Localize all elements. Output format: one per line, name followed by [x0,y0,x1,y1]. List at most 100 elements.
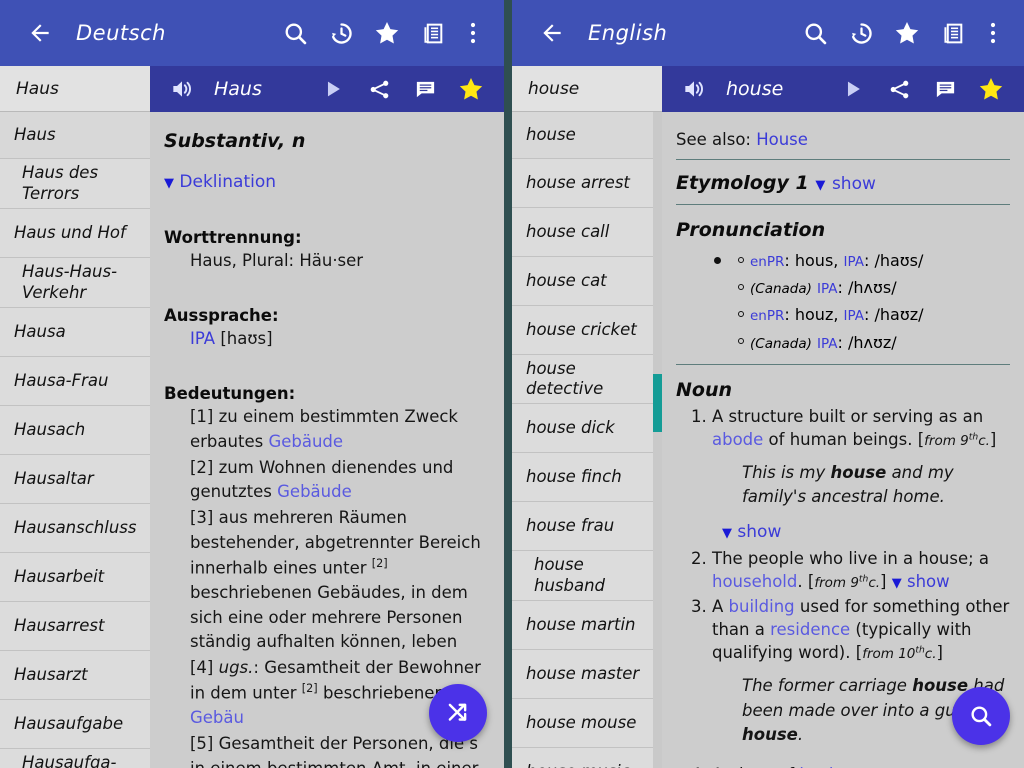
list-item-label: Haus-Haus-Verkehr [22,262,118,302]
list-item[interactable]: house finch [512,453,662,502]
ipa-link-1[interactable]: IPA [843,254,864,270]
see-also-link[interactable]: House [756,130,808,149]
more-options-button-german[interactable] [456,10,490,56]
list-item[interactable]: house [512,112,662,159]
list-item[interactable]: house frau [512,502,662,551]
back-button-english[interactable] [532,13,572,53]
article-german[interactable]: Substantiv, n ▼ Deklination Worttrennung… [150,112,504,768]
more-options-button-english[interactable] [976,10,1010,56]
history-button-german[interactable] [318,10,364,56]
definition-link-residence[interactable]: residence [770,620,850,639]
list-item[interactable]: Hausaufgabe [0,700,150,749]
definition-cite-1: from 9thc. [924,431,990,449]
list-item[interactable]: Hausaltar [0,455,150,504]
ipa-link-4[interactable]: IPA [817,336,838,352]
bookmarks-button-german[interactable] [364,10,410,56]
list-item[interactable]: Hausarrest [0,602,150,651]
shuffle-icon [448,703,467,721]
list-item[interactable]: house martin [512,601,662,650]
ipa-link-2[interactable]: IPA [817,281,838,297]
chevron-down-icon[interactable]: ▼ [815,178,825,193]
list-item[interactable]: Haus-Haus-Verkehr [0,258,150,308]
list-item[interactable]: Haus des Terrors [0,159,150,209]
pane-divider[interactable] [504,0,512,768]
meaning-number: [3] [190,508,214,527]
bullet-circle-icon [738,310,744,317]
speak-button-english[interactable] [674,76,714,102]
share-button-german[interactable] [356,67,402,111]
list-item[interactable]: house mouse [512,699,662,748]
history-icon [851,22,872,44]
list-item[interactable]: house cricket [512,306,662,355]
list-item[interactable]: Hausa-Frau [0,357,150,406]
comment-icon [416,81,434,97]
kebab-menu-icon [470,22,476,44]
ipa-link-german[interactable]: IPA [190,329,215,348]
search-button-english[interactable] [792,10,838,56]
definition-link-building[interactable]: building [729,597,795,616]
list-item[interactable]: house detective [512,355,662,404]
search-icon [285,23,306,44]
list-item[interactable]: Hausarzt [0,651,150,700]
list-item[interactable]: house call [512,208,662,257]
scrollbar-thumb-english-list[interactable] [653,374,662,432]
speak-button-german[interactable] [162,76,202,102]
aussprache-value: IPA [haʊs] [164,329,490,348]
list-item[interactable]: Hausarbeit [0,553,150,602]
list-item[interactable]: Haus und Hof [0,209,150,258]
article-english[interactable]: See also: House Etymology 1 ▼ show Pronu… [662,112,1024,768]
pronunciation-item-1: enPR: hous, IPA: /haʊs/ [676,247,1010,274]
favorite-button-german[interactable] [448,67,494,111]
star-filled-icon [459,78,483,100]
declension-toggle-german[interactable]: ▼ Deklination [164,172,490,192]
list-item-label: Hausanschluss [14,517,137,537]
ipa-value-german: [haʊs] [220,329,273,348]
play-button-german[interactable] [310,67,356,111]
ipa-link-3[interactable]: IPA [844,308,865,324]
library-button-english[interactable] [930,10,976,56]
ipa-value-4: /hʌʊz/ [847,332,897,352]
comment-button-english[interactable] [922,67,968,111]
meaning-link[interactable]: Gebäude [268,432,343,451]
list-item[interactable]: Haus [0,112,150,159]
favorite-button-english[interactable] [968,67,1014,111]
back-button-german[interactable] [20,13,60,53]
enpr-link-1[interactable]: enPR [750,254,784,270]
wordlist-german[interactable]: Haus Haus des Terrors Haus und Hof Haus-… [0,112,150,768]
list-item[interactable]: house arrest [512,159,662,208]
pronunciation-item-4: (Canada) IPA: /hʌʊz/ [676,329,1010,356]
list-item[interactable]: house cat [512,257,662,306]
search-button-german[interactable] [272,10,318,56]
library-button-german[interactable] [410,10,456,56]
enpr-link-3[interactable]: enPR [750,308,784,324]
list-item[interactable]: Hausaufga-benhilfe [0,749,150,768]
list-item-label: house arrest [526,172,630,192]
list-item[interactable]: house husband [512,551,662,601]
show-link-1[interactable]: show [737,522,781,542]
region-label-2: (Canada) [750,281,812,298]
definition-link-abode[interactable]: abode [712,430,763,449]
wordlist-english[interactable]: house house arrest house call house cat … [512,112,662,768]
list-item[interactable]: house master [512,650,662,699]
share-button-english[interactable] [876,67,922,111]
list-item[interactable]: Hausanschluss [0,504,150,553]
list-item-label: Haus und Hof [14,222,126,242]
bookmarks-button-english[interactable] [884,10,930,56]
meaning-link[interactable]: Gebäude [277,482,352,501]
show-link-2[interactable]: show [907,572,950,591]
list-item[interactable]: Hausa [0,308,150,357]
scrollbar-track-english-list[interactable] [653,112,662,768]
search-fab[interactable] [952,687,1010,745]
swap-languages-fab[interactable] [429,684,487,742]
show-toggle-1[interactable]: ▼ show [712,521,1010,545]
meaning-link[interactable]: Gebäu [190,708,244,727]
list-item[interactable]: house dick [512,404,662,453]
history-button-english[interactable] [838,10,884,56]
comment-button-german[interactable] [402,67,448,111]
etymology-show-link[interactable]: show [832,174,876,194]
play-button-english[interactable] [830,67,876,111]
definition-link-household[interactable]: household [712,572,797,591]
list-item[interactable]: house music [512,748,662,768]
list-item[interactable]: Hausach [0,406,150,455]
definition-text-2a: The people who live in a house; a [712,548,990,568]
